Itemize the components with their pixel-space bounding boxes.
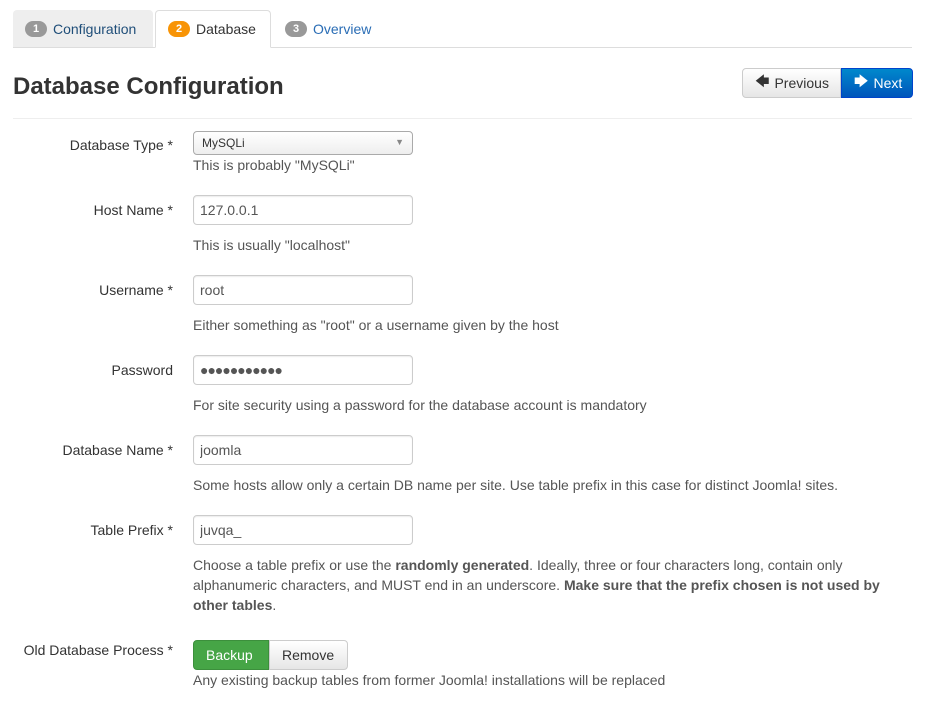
backup-button[interactable]: Backup [193, 640, 269, 670]
prefix-input[interactable] [193, 515, 413, 545]
divider [13, 118, 912, 119]
password-input[interactable] [193, 355, 413, 385]
host-help: This is usually "localhost" [193, 237, 351, 253]
old-db-help: Any existing backup tables from former J… [193, 672, 666, 688]
nav-buttons: 🡄 Previous 🡆 Next [742, 68, 913, 98]
db-type-help: This is probably "MySQLi" [193, 157, 355, 173]
help-bold: randomly generated [395, 557, 530, 573]
password-help: For site security using a password for t… [193, 397, 647, 413]
next-button[interactable]: 🡆 Next [841, 68, 913, 98]
arrow-right-icon: 🡆 [854, 73, 869, 89]
db-name-help: Some hosts allow only a certain DB name … [193, 477, 839, 493]
db-name-label: Database Name * [62, 442, 173, 458]
arrow-left-icon: 🡄 [755, 73, 770, 89]
username-label: Username * [99, 282, 173, 298]
host-input[interactable] [193, 195, 413, 225]
help-text: Choose a table prefix or use the [193, 557, 396, 573]
step-badge: 1 [25, 20, 47, 37]
tab-database[interactable]: 2 Database [155, 10, 271, 48]
db-type-value: MySQLi [202, 136, 245, 150]
step-badge: 3 [285, 20, 307, 37]
help-text: . [272, 597, 277, 613]
tab-label: Database [196, 21, 256, 37]
tab-label: Overview [313, 20, 372, 37]
prefix-help: Choose a table prefix or use the randoml… [193, 555, 908, 615]
next-label: Next [873, 75, 903, 91]
tab-configuration[interactable]: 1 Configuration [13, 10, 153, 47]
db-type-select[interactable]: MySQLi ▼ [193, 131, 413, 155]
step-tabs: 1 Configuration 2 Database 3 Overview [13, 10, 912, 48]
chevron-down-icon: ▼ [395, 137, 404, 147]
remove-button[interactable]: Remove [269, 640, 348, 670]
db-type-label: Database Type * [69, 137, 173, 153]
host-label: Host Name * [93, 202, 173, 218]
password-label: Password [111, 362, 173, 378]
username-help: Either something as "root" or a username… [193, 317, 559, 333]
db-name-input[interactable] [193, 435, 413, 465]
tab-overview[interactable]: 3 Overview [273, 10, 383, 47]
old-db-label: Old Database Process * [23, 642, 173, 658]
previous-label: Previous [774, 75, 829, 91]
tab-label: Configuration [53, 20, 137, 37]
username-input[interactable] [193, 275, 413, 305]
old-db-toggle: Backup Remove [193, 640, 348, 670]
previous-button[interactable]: 🡄 Previous [742, 68, 841, 98]
prefix-label: Table Prefix * [90, 522, 173, 538]
page-title: Database Configuration [13, 73, 284, 100]
step-badge: 2 [168, 21, 190, 37]
